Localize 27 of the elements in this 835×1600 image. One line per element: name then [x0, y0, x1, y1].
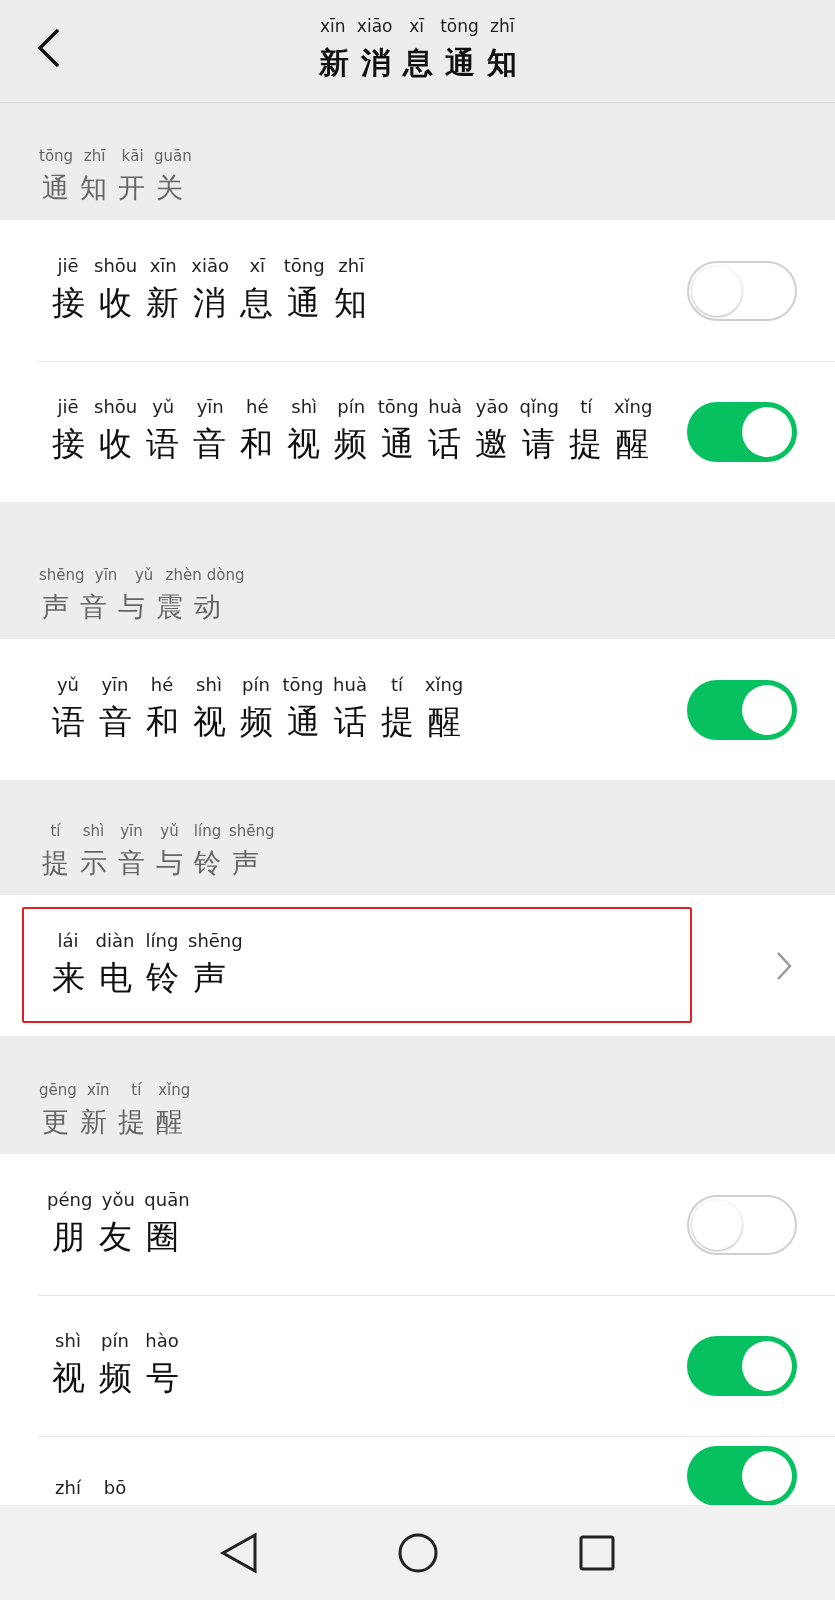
- setting-pinyin: péng yǒu quān: [46, 1188, 191, 1213]
- page-title: 新消息通知: [317, 44, 518, 81]
- toggle-switch[interactable]: [687, 1446, 797, 1506]
- setting-pinyin: yǔ yīn hé shì pín tōng huà tí xǐng: [55, 673, 465, 698]
- setting-pinyin: jiē shōu xīn xiāo xī tōng zhī: [56, 254, 366, 279]
- title-pinyin: xīn xiāo xī tōng zhī: [318, 15, 516, 38]
- section-label: 更新提醒: [41, 1105, 184, 1139]
- setting-pinyin: shì pín hào: [54, 1329, 180, 1354]
- setting-label: 视频号: [50, 1359, 180, 1399]
- section-pinyin: tí shì yīn yǔ líng shēng: [49, 821, 276, 842]
- section-pinyin: gēng xīn tí xǐng: [38, 1080, 192, 1101]
- section-pinyin: shēng yīn yǔ zhèn dòng: [38, 565, 246, 586]
- recents-nav-icon[interactable]: [577, 1533, 616, 1572]
- setting-pinyin: jiē shōu yǔ yīn hé shì pín tōng huà yāo qǐng tí xǐng: [56, 395, 654, 420]
- section-label: 声音与震动: [41, 590, 222, 624]
- section-pinyin: tōng zhī kāi guān: [38, 146, 193, 167]
- setting-label: 来电铃声: [50, 959, 227, 999]
- section-label: 通知开关: [41, 171, 184, 205]
- setting-label: 接收语音和视频通话邀请提醒: [50, 425, 650, 465]
- section-label: 提示音与铃声: [41, 846, 260, 880]
- setting-label: 接收新消息通知: [50, 284, 368, 324]
- setting-pinyin: lái diàn líng shēng: [56, 929, 244, 954]
- setting-pinyin: zhí bō: [54, 1476, 128, 1500]
- setting-label: 语音和视频通话提醒: [50, 703, 462, 743]
- back-nav-icon[interactable]: [219, 1530, 260, 1575]
- setting-label: 朋友圈: [50, 1218, 180, 1258]
- home-nav-icon[interactable]: [397, 1531, 440, 1574]
